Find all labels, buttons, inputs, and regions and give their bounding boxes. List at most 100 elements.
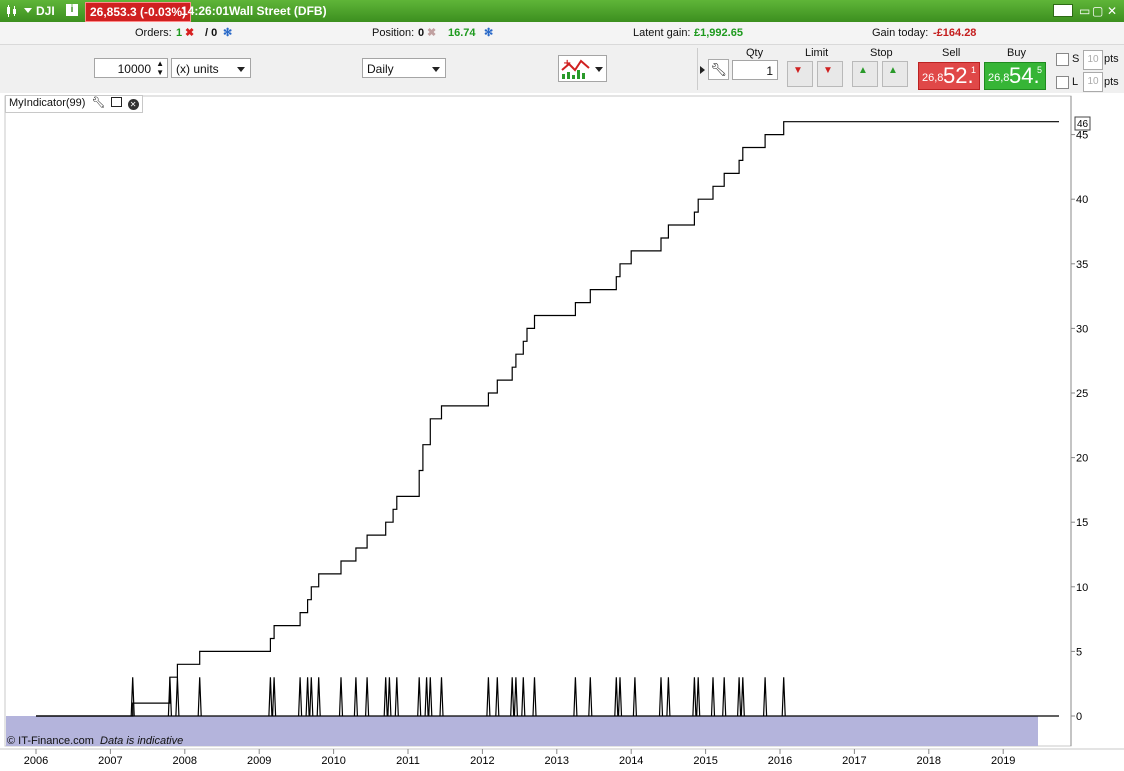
y-tick-label: 0 [1076, 711, 1082, 723]
x-tick-label: 2016 [768, 755, 792, 767]
symbol-label[interactable]: DJI [36, 3, 55, 19]
sell-button[interactable]: 26,8 52. 1 [918, 62, 980, 90]
order-toolbar: 10000 ▲ ▼ (x) units Daily + Qty Limit Sto… [0, 45, 1124, 94]
x-tick-label: 2011 [396, 755, 420, 767]
cancel-orders-icon[interactable]: ✖ [185, 27, 194, 40]
indicator-header: MyIndicator(99) 🔧︎ ✕ [5, 95, 143, 113]
quantity-value: 10000 [117, 62, 151, 76]
stop-checkbox[interactable] [1056, 53, 1069, 66]
y-tick-label: 20 [1076, 453, 1088, 465]
settings-wrench-button[interactable]: 🔧︎ [708, 59, 729, 80]
window-titlebar: DJI i 26,853.3 (-0.03%) 14:26:01 Wall St… [0, 0, 1124, 22]
units-value: (x) units [176, 62, 219, 76]
y-tick-label: 40 [1076, 194, 1088, 206]
ticket-qty-value: 1 [766, 64, 773, 78]
copyright-text: © IT-Finance.com [7, 735, 94, 747]
x-tick-label: 2015 [693, 755, 717, 767]
arrow-down-icon: ▼ [793, 65, 803, 76]
stop-pts-field[interactable]: 10 [1083, 50, 1103, 70]
stop-label: Stop [870, 47, 893, 59]
close-icon[interactable]: ✕ [1107, 3, 1117, 19]
wrench-icon: 🔧︎ [710, 62, 727, 77]
orders-gear-icon[interactable]: ✻ [223, 27, 232, 40]
buy-price-main: 54. [1009, 63, 1040, 88]
limit-label: Limit [805, 47, 829, 59]
svg-text:+: + [563, 58, 571, 69]
buy-price-fraction: 5 [1037, 65, 1043, 75]
x-tick-label: 2007 [98, 755, 122, 767]
close-position-icon[interactable]: ✖ [427, 27, 436, 40]
x-tick-label: 2010 [321, 755, 345, 767]
ticket-qty-field[interactable]: 1 [732, 60, 778, 80]
x-tick-label: 2014 [619, 755, 643, 767]
y-tick-label: 30 [1076, 323, 1088, 335]
position-label: Position: [372, 27, 415, 39]
y-tick-label: 45 [1076, 130, 1088, 142]
sell-price-fraction: 1 [971, 65, 977, 75]
chart-area: 0 5 10 15 20 25 30 35 40 45 2006 2007 2008 2009 2010 2… [0, 93, 1124, 768]
buy-price-prefix: 26,8 [988, 72, 1010, 84]
footer-note: © IT-Finance.com Data is indicative [7, 735, 183, 747]
gain-today-label: Gain today: [872, 27, 929, 39]
y-tick-label: 10 [1076, 582, 1088, 594]
window-restore-icon[interactable] [110, 97, 122, 107]
period-select[interactable]: Daily [362, 58, 446, 78]
expand-arrow-icon[interactable] [700, 66, 705, 74]
limit-buy-button[interactable]: ▼ [817, 61, 843, 87]
position-gear-icon[interactable]: ✻ [484, 27, 493, 40]
buy-button[interactable]: 26,8 54. 5 [984, 62, 1046, 90]
limit-sell-button[interactable]: ▼ [787, 61, 813, 87]
ticket-separator [697, 48, 698, 90]
y-tick-label: 5 [1076, 646, 1082, 658]
chevron-down-icon [595, 67, 603, 72]
last-value-label: 46 [1077, 119, 1089, 130]
limit-checkbox[interactable] [1056, 76, 1069, 89]
x-tick-label: 2009 [247, 755, 271, 767]
quantity-stepper[interactable]: 10000 ▲ ▼ [94, 58, 168, 78]
x-tick-label: 2012 [470, 755, 494, 767]
minimize-icon[interactable]: ▭ [1079, 3, 1090, 19]
indicator-chart[interactable]: 0 5 10 15 20 25 30 35 40 45 2006 2007 2008 2009 2010 2… [0, 93, 1124, 768]
close-circle-icon[interactable]: ✕ [127, 99, 139, 110]
y-tick-label: 35 [1076, 259, 1088, 271]
stop-buy-button[interactable]: ▲ [882, 61, 908, 87]
info-icon[interactable]: i [66, 4, 78, 16]
period-value: Daily [367, 62, 394, 76]
orders-count-secondary: / 0 [205, 27, 218, 39]
instrument-label: Wall Street (DFB) [229, 4, 327, 18]
latent-gain-label: Latent gain: [633, 27, 691, 39]
x-tick-label: 2013 [545, 755, 569, 767]
stop-pts-label: pts [1104, 53, 1119, 65]
stepper-arrows-icon[interactable]: ▲ ▼ [156, 59, 164, 77]
x-tick-label: 2006 [24, 755, 48, 767]
limit-pts-field[interactable]: 10 [1083, 72, 1103, 92]
limit-l-label: L [1072, 76, 1079, 88]
x-tick-label: 2017 [842, 755, 866, 767]
symbol-dropdown-icon[interactable] [24, 8, 32, 13]
account-info-bar: Orders: 1 ✖ / 0 ✻ Position: 0 ✖ 16.74 ✻ … [0, 22, 1124, 45]
y-tick-label: 25 [1076, 388, 1088, 400]
x-tick-label: 2018 [917, 755, 941, 767]
arrow-down-icon: ▼ [823, 65, 833, 76]
indicator-name[interactable]: MyIndicator(99) [9, 97, 85, 109]
sell-label: Sell [942, 47, 961, 59]
candlestick-icon[interactable] [5, 4, 19, 18]
x-tick-label: 2019 [991, 755, 1015, 767]
arrow-up-icon: ▲ [888, 65, 898, 76]
stop-sell-button[interactable]: ▲ [852, 61, 878, 87]
sell-price-prefix: 26,8 [922, 72, 944, 84]
maximize-icon[interactable]: ▢ [1092, 3, 1103, 19]
orders-count[interactable]: 1 [176, 27, 182, 40]
units-select[interactable]: (x) units [171, 58, 251, 78]
wrench-icon[interactable]: 🔧︎ [91, 97, 105, 109]
chart-tools-icon: + [561, 58, 590, 79]
chevron-down-icon [432, 67, 440, 72]
stop-s-label: S [1072, 53, 1080, 65]
time-label: 14:26:01 [181, 4, 230, 18]
price-change-badge: 26,853.3 (-0.03%) [85, 2, 192, 22]
sell-price-main: 52. [943, 63, 974, 88]
x-tick-label: 2008 [173, 755, 197, 767]
position-value: 0 [418, 27, 425, 39]
chart-tools-button[interactable]: + [558, 55, 607, 82]
keyboard-icon[interactable] [1053, 4, 1073, 17]
